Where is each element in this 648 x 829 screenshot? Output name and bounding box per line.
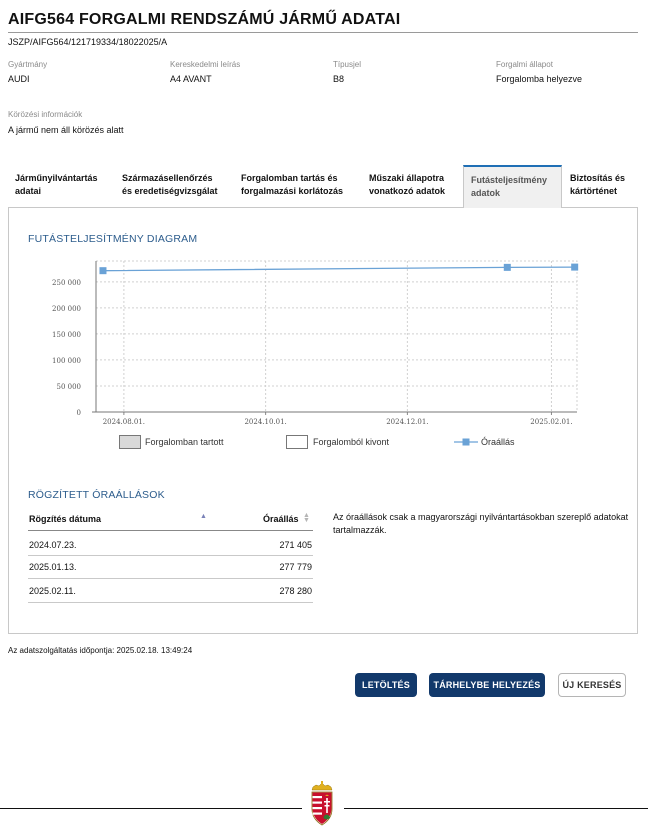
legend-label-odometer: Óraállás (481, 437, 515, 447)
legend-label-in-circulation: Forgalomban tartott (145, 437, 224, 447)
row-divider (28, 555, 313, 556)
row-date: 2024.07.23. (29, 540, 77, 550)
tab-label-line: Származásellenőrzés (122, 173, 213, 183)
tab-label-line: Műszaki állapotra (369, 173, 445, 183)
tab-origin-check[interactable]: Származásellenőrzés és eredetiségvizsgál… (115, 165, 234, 207)
y-tick-label: 100 000 (52, 357, 81, 365)
column-header-date[interactable]: Rögzítés dátuma (29, 514, 101, 524)
tab-vehicle-registry[interactable]: Járműnyilvántartás adatai (8, 165, 115, 207)
status-label: Forgalmi állapot (496, 60, 553, 69)
manufacturer-value: AUDI (8, 74, 30, 84)
sort-both-icon[interactable]: ▲ ▼ (303, 512, 310, 524)
row-date: 2025.01.13. (29, 562, 77, 572)
title-divider (8, 32, 638, 33)
type-value: B8 (333, 74, 345, 84)
records-section-title: RÖGZÍTETT ÓRAÁLLÁSOK (28, 489, 165, 501)
tab-label-line: forgalmazási korlátozás (241, 186, 344, 196)
tab-technical-condition[interactable]: Műszaki állapotra vonatkozó adatok (362, 165, 463, 207)
table-header-divider (28, 530, 313, 531)
tab-label-line: adatai (15, 186, 42, 196)
y-tick-label: 50 000 (57, 383, 82, 391)
mileage-chart: 0 50 000 100 000 150 000 200 000 250 000 2024.… (52, 260, 579, 426)
data-point-odometer (99, 267, 107, 275)
tab-label-line: Járműnyilvántartás (15, 173, 98, 183)
legend-swatch-in-circulation (119, 435, 141, 449)
legend-swatch-withdrawn (286, 435, 308, 449)
plot-area (95, 260, 578, 413)
page-title: AIFG564 FORGALMI RENDSZÁMÚ JÁRMŰ ADATAI (8, 11, 401, 28)
data-point-odometer (503, 263, 511, 271)
y-tick-label: 0 (77, 409, 81, 417)
data-timestamp: Az adatszolgáltatás időpontja: 2025.02.1… (8, 646, 193, 655)
trade-name-value: A4 AVANT (170, 74, 212, 84)
tab-label-line: kártörténet (570, 186, 618, 196)
save-to-storage-button[interactable]: TÁRHELYBE HELYEZÉS (429, 673, 545, 697)
tab-label-line: adatok (471, 188, 501, 198)
y-tick-label: 150 000 (52, 331, 81, 339)
chart-section-title: FUTÁSTELJESÍTMÉNY DIAGRAM (28, 233, 198, 245)
wanted-value: A jármű nem áll körözés alatt (8, 125, 124, 135)
download-button[interactable]: LETÖLTÉS (355, 673, 417, 697)
tab-insurance[interactable]: Biztosítás és kártörténet (563, 165, 638, 207)
row-odometer: 271 405 (279, 540, 312, 550)
row-odometer: 277 779 (279, 562, 312, 572)
tab-label-line: Futásteljesítmény (471, 175, 548, 185)
column-header-odometer[interactable]: Óraállás (263, 514, 299, 524)
tab-circulation-restriction[interactable]: Forgalomban tartás és forgalmazási korlá… (234, 165, 362, 207)
trade-name-label: Kereskedelmi leírás (170, 60, 241, 69)
legend-label-withdrawn: Forgalomból kivont (313, 437, 390, 447)
tab-label-line: Biztosítás és (570, 173, 626, 183)
tab-label-line: és eredetiségvizsgálat (122, 186, 218, 196)
tab-label-line: Forgalomban tartás és (241, 173, 338, 183)
x-tick-label: 2024.12.01. (386, 418, 428, 426)
tab-bar: Járműnyilvántartás adatai Származásellen… (8, 165, 638, 208)
footer-divider-right (344, 808, 648, 809)
hungarian-coat-of-arms-icon (311, 781, 333, 826)
data-point-odometer (571, 263, 579, 271)
x-tick-label: 2024.08.01. (103, 418, 145, 426)
row-divider (28, 578, 313, 579)
row-date: 2025.02.11. (29, 586, 76, 596)
x-tick-label: 2025.02.01. (530, 418, 572, 426)
legend-swatch-odometer (454, 438, 478, 446)
manufacturer-label: Gyártmány (8, 60, 48, 69)
row-divider (28, 602, 313, 603)
status-value: Forgalomba helyezve (496, 74, 583, 84)
tab-label-line: vonatkozó adatok (369, 186, 446, 196)
records-note: Az óraállások csak a magyarországi nyilv… (333, 512, 629, 535)
type-label: Típusjel (333, 60, 362, 69)
sort-asc-icon[interactable]: ▲ (200, 513, 207, 520)
row-odometer: 278 280 (279, 586, 312, 596)
wanted-label: Körözési információk (8, 110, 83, 119)
new-search-button[interactable]: ÚJ KERESÉS (558, 673, 626, 697)
y-tick-label: 250 000 (52, 279, 81, 287)
tab-mileage[interactable]: Futásteljesítmény adatok (463, 165, 562, 208)
x-tick-label: 2024.10.01. (244, 418, 286, 426)
footer-divider-left (0, 808, 302, 809)
y-tick-label: 200 000 (52, 305, 81, 313)
document-id: JSZP/AIFG564/121719334/18022025/A (8, 37, 168, 47)
